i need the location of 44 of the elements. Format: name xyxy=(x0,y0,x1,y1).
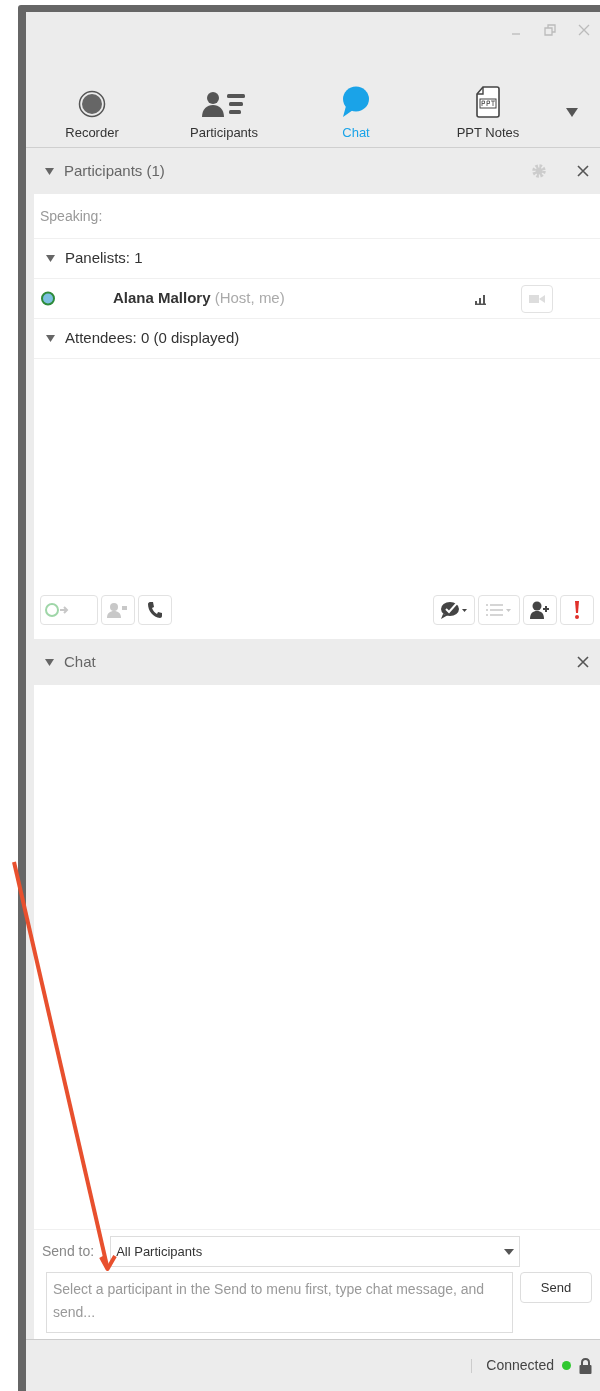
panel-title: Participants (1) xyxy=(64,160,166,181)
add-person-icon xyxy=(530,601,550,619)
panel-title: Chat xyxy=(64,651,97,672)
dropdown-caret-icon xyxy=(504,1248,514,1255)
group-row[interactable]: Panelists: 1 xyxy=(34,239,600,279)
exclamation-icon xyxy=(574,601,580,619)
video-camera-icon xyxy=(529,293,545,304)
speaking-label: Speaking: xyxy=(40,206,103,226)
ppt-document-icon xyxy=(476,85,500,118)
lock-icon xyxy=(579,1357,592,1374)
close-icon[interactable] xyxy=(577,165,589,177)
toolbar-button[interactable] xyxy=(138,595,172,625)
send-to-label: Send to: xyxy=(42,1242,95,1261)
chat-message-field[interactable]: Select a participant in the Send to menu first, type chat message, and send... xyxy=(46,1272,513,1333)
collapse-triangle-icon[interactable] xyxy=(46,335,55,342)
toolbar-button[interactable] xyxy=(433,595,475,625)
toolbar-tab[interactable]: Recorder xyxy=(26,85,158,142)
status-ball-icon xyxy=(41,291,55,306)
group-label: Attendees: 0 (0 displayed) xyxy=(65,328,240,349)
toolbar-button[interactable] xyxy=(560,595,594,625)
record-icon xyxy=(78,89,106,118)
group-row[interactable]: Attendees: 0 (0 displayed) xyxy=(34,319,600,359)
send-to-dropdown[interactable]: All Participants xyxy=(110,1236,520,1267)
signal-bars-icon xyxy=(474,292,488,305)
person-list-icon xyxy=(201,89,247,118)
speech-bubble-icon xyxy=(341,85,371,118)
connection-status: Connected xyxy=(486,1356,554,1375)
phone-icon xyxy=(147,601,163,619)
collapse-triangle-icon[interactable] xyxy=(45,167,54,175)
ball-arrow-icon xyxy=(45,603,69,617)
participant-row[interactable]: Alana Mallory (Host, me) xyxy=(34,279,600,319)
toolbar-tab[interactable]: Participants xyxy=(158,85,290,142)
list-icon xyxy=(485,603,513,617)
toolbar-button[interactable] xyxy=(523,595,557,625)
collapse-triangle-icon[interactable] xyxy=(45,658,54,666)
send-button[interactable]: Send xyxy=(520,1272,592,1303)
checked-bubble-icon xyxy=(440,601,468,619)
close-icon[interactable] xyxy=(577,656,589,668)
group-label: Panelists: 1 xyxy=(65,248,143,269)
participant-name: Alana Mallory (Host, me) xyxy=(113,288,286,309)
collapse-triangle-icon[interactable] xyxy=(46,255,55,262)
toolbar-tab[interactable]: PPT Notes xyxy=(422,85,554,142)
dropdown-triangle-icon[interactable] xyxy=(566,108,578,117)
person-camera-icon xyxy=(107,602,129,618)
